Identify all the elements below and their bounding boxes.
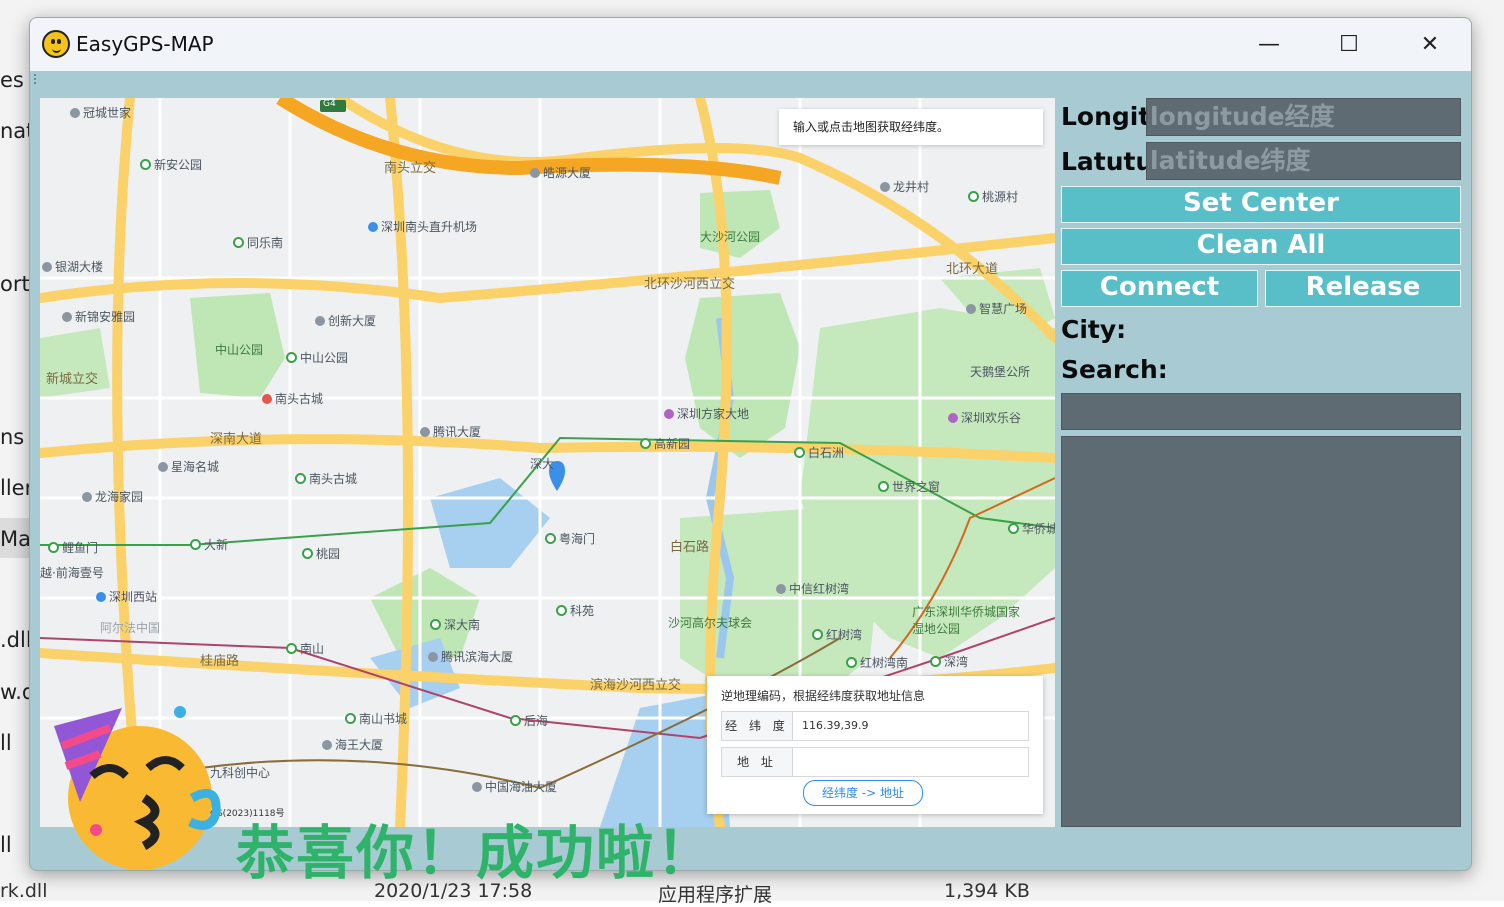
map-metro-label: 南头古城 (295, 470, 357, 487)
map-metro-label: 南山书城 (345, 710, 407, 727)
address-row: 地 址 (721, 747, 1029, 777)
map-metro-label: 深大 (530, 457, 555, 471)
map-road-label: 白石路 (670, 540, 710, 555)
map-park-label: 沙河高尔夫球会 (668, 616, 753, 630)
map-poi-label: 南头古城 (262, 390, 323, 407)
map-metro-label: 红树湾 (812, 626, 862, 643)
map-poi-label: 深圳方家大地 (664, 405, 749, 422)
reverse-geocode-panel: 逆地理编码，根据经纬度获取地址信息 经 纬 度 116.39,39.9 地 址 … (707, 676, 1043, 814)
map-poi-label: 阿尔法中国 (100, 621, 161, 635)
map-metro-label: 南山 (286, 640, 324, 657)
map-poi-label: 冠城世家 (70, 104, 131, 121)
map-poi-label: 星海名城 (158, 458, 219, 475)
search-results-area[interactable] (1061, 436, 1461, 827)
highway-shield: G4 (323, 99, 336, 109)
map-metro-label: 白石洲 (794, 444, 844, 461)
maximize-button[interactable]: ☐ (1319, 26, 1379, 62)
map-metro-label: 中山公园 (286, 349, 348, 366)
window-title: EasyGPS-MAP (76, 32, 214, 56)
congrats-text: 恭喜你！成功啦！ (236, 819, 717, 887)
map-park-label: 广东深圳华侨城国家湿地公园 (912, 605, 1021, 636)
map-metro-label: 后海 (510, 712, 548, 729)
bg-fragment: es (0, 68, 24, 92)
map-metro-label: 新安公园 (140, 156, 202, 173)
map-metro-label: 大新 (190, 536, 228, 553)
close-button[interactable]: ✕ (1400, 26, 1460, 62)
title-bar[interactable]: EasyGPS-MAP — ☐ ✕ (30, 18, 1471, 71)
map-road-label: 北环大道 (946, 262, 999, 277)
address-label: 地 址 (722, 748, 793, 776)
map-road-label: 桂庙路 (200, 654, 240, 669)
map-road-label: 新城立交 (46, 372, 99, 387)
map-metro-label: 粤海门 (545, 530, 595, 547)
longitude-label: Longit (1061, 102, 1151, 131)
map-poi-label: 深圳西站 (96, 588, 157, 605)
latitude-label: Latutu (1061, 147, 1154, 176)
map-metro-label: 深大南 (430, 616, 480, 633)
map-metro-label: 鲤鱼门 (48, 539, 98, 556)
map-road-label: 滨海沙河西立交 (590, 678, 682, 693)
geocode-title: 逆地理编码，根据经纬度获取地址信息 (721, 689, 926, 703)
map-poi-label: 创新大厦 (315, 312, 376, 329)
bg-fragment: ort (0, 272, 30, 296)
map-metro-label: 世界之窗 (878, 478, 940, 495)
coord-input[interactable]: 116.39,39.9 (802, 712, 868, 740)
map-hint-box: 输入或点击地图获取经纬度。 (779, 109, 1043, 145)
map-poi-label: 海王大厦 (322, 736, 383, 753)
map-road-label: 深南大道 (210, 432, 263, 447)
map-park-label: 中山公园 (215, 343, 264, 357)
set-center-button[interactable]: Set Center (1061, 186, 1461, 223)
map-poi-label: 腾讯大厦 (420, 423, 481, 440)
release-button[interactable]: Release (1265, 270, 1461, 307)
map-poi-label: 皓源大厦 (530, 164, 591, 181)
map-poi-label: 中信红树湾 (776, 580, 849, 597)
coord-to-address-button[interactable]: 经纬度 -> 地址 (803, 780, 923, 806)
map-poi-label: 银湖大楼 (42, 258, 103, 275)
app-window: EasyGPS-MAP — ☐ ✕ G4 冠城世家 新安公园 同乐南 银湖大楼 … (29, 17, 1472, 871)
coord-row: 经 纬 度 116.39,39.9 (721, 711, 1029, 741)
toolbar-strip (30, 71, 1471, 87)
party-face-icon (54, 706, 221, 870)
map-poi-label: 中国海油大厦 (472, 778, 557, 795)
bg-fragment: ns (0, 425, 25, 449)
map-poi-label: 腾讯滨海大厦 (428, 648, 513, 665)
map-metro-label: 深湾 (930, 653, 968, 670)
search-input[interactable] (1061, 393, 1461, 430)
map-poi-label: 越·前海壹号 (40, 566, 104, 580)
map-road-label: 北环沙河西立交 (644, 277, 736, 292)
minimize-button[interactable]: — (1239, 26, 1299, 62)
map-road-label: 南头立交 (384, 161, 437, 176)
map-metro-label: 科苑 (556, 602, 594, 619)
map-poi-label: 龙海家园 (82, 488, 143, 505)
longitude-input[interactable]: longitude经度 (1146, 98, 1461, 136)
clean-all-button[interactable]: Clean All (1061, 228, 1461, 265)
bg-fragment: ll (0, 833, 12, 857)
grip-icon[interactable] (34, 74, 39, 84)
map-metro-label: 红树湾南 (846, 654, 908, 671)
map-poi-label: 深圳欢乐谷 (948, 409, 1021, 426)
bg-file-name: rk.dll (0, 880, 48, 902)
map-metro-label: 同乐南 (233, 234, 283, 251)
map-metro-label: 华侨城 (1008, 520, 1055, 537)
map-metro-label: 高新园 (640, 435, 690, 452)
coord-label: 经 纬 度 (722, 712, 793, 740)
bg-file-size: 1,394 KB (944, 880, 1030, 902)
map-metro-label: 桃园 (302, 545, 340, 562)
search-label: Search: (1061, 355, 1168, 384)
map-poi-label: 智慧广场 (966, 300, 1027, 317)
bg-fragment: .dll (0, 628, 32, 652)
map-metro-label: 桃源村 (968, 188, 1018, 205)
map-poi-label: 新锦安雅园 (62, 308, 135, 325)
latitude-input[interactable]: latitude纬度 (1146, 142, 1461, 180)
city-label: City: (1061, 315, 1127, 344)
map-airport-label: 深圳南头直升机场 (368, 218, 477, 235)
smiley-app-icon (42, 30, 70, 58)
map-poi-label: 天鹅堡公所 (970, 365, 1031, 379)
map-poi-label: 龙井村 (880, 178, 929, 195)
connect-button[interactable]: Connect (1061, 270, 1258, 307)
map-park-label: 大沙河公园 (700, 230, 761, 244)
bg-fragment: ll (0, 731, 12, 755)
